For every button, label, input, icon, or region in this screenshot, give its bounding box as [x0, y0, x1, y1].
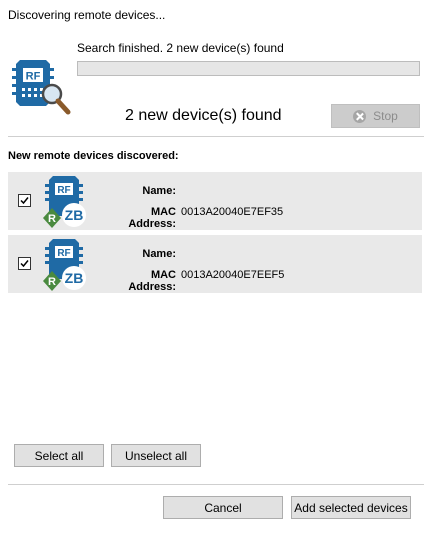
rf-zigbee-device-icon: RF R ZB	[43, 239, 86, 291]
svg-text:R: R	[48, 276, 56, 288]
unselect-all-button[interactable]: Unselect all	[111, 444, 201, 467]
stop-button-label: Stop	[373, 109, 398, 123]
select-all-button[interactable]: Select all	[14, 444, 104, 467]
title-bar: Discovering remote devices...	[0, 0, 432, 30]
svg-text:RF: RF	[57, 248, 70, 259]
device-checkbox[interactable]	[18, 194, 31, 207]
device-checkbox[interactable]	[18, 257, 31, 270]
devices-heading: New remote devices discovered:	[8, 150, 179, 162]
stop-button[interactable]: Stop	[331, 104, 420, 128]
window-title: Discovering remote devices...	[8, 8, 166, 22]
device-mac-label: MAC Address:	[128, 269, 176, 293]
device-list: RF R ZB Name: MAC Address: 0013A20040E7E…	[8, 172, 422, 298]
device-row[interactable]: RF R ZB Name: MAC Address: 0013A20040E7E…	[8, 172, 422, 230]
search-status-text: Search finished. 2 new device(s) found	[77, 41, 284, 55]
svg-text:RF: RF	[57, 185, 70, 196]
found-count-text: 2 new device(s) found	[125, 107, 282, 124]
svg-text:R: R	[48, 213, 56, 225]
device-row[interactable]: RF R ZB Name: MAC Address: 0013A20040E7E…	[8, 235, 422, 293]
device-mac-value: 0013A20040E7EEF5	[181, 269, 285, 281]
cancel-button[interactable]: Cancel	[163, 496, 283, 519]
add-selected-devices-button[interactable]: Add selected devices	[291, 496, 411, 519]
svg-text:ZB: ZB	[65, 207, 84, 223]
device-mac-label: MAC Address:	[128, 206, 176, 230]
checkmark-icon	[20, 197, 29, 205]
add-selected-label: Add selected devices	[294, 500, 408, 515]
top-separator	[8, 136, 424, 137]
cancel-label: Cancel	[204, 500, 242, 515]
rf-module-search-icon: RF	[12, 60, 71, 115]
bottom-separator	[8, 484, 424, 485]
checkmark-icon	[20, 260, 29, 268]
unselect-all-label: Unselect all	[124, 448, 188, 463]
device-mac-value: 0013A20040E7EF35	[181, 206, 284, 218]
stop-circle-icon	[353, 109, 367, 123]
svg-text:ZB: ZB	[65, 270, 84, 286]
search-progress-bar	[77, 61, 420, 76]
rf-zigbee-device-icon: RF R ZB	[43, 176, 86, 228]
svg-text:RF: RF	[26, 71, 41, 83]
device-name-label: Name:	[142, 248, 176, 260]
select-all-label: Select all	[34, 448, 84, 463]
device-name-label: Name:	[142, 185, 176, 197]
